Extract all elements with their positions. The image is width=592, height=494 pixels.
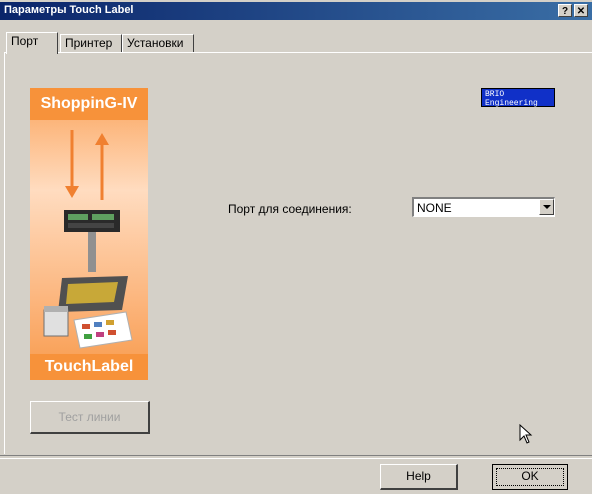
- down-arrow-icon: [65, 130, 79, 198]
- chevron-down-icon[interactable]: [539, 199, 554, 215]
- illustration-footer: TouchLabel: [30, 354, 148, 380]
- ok-button[interactable]: OK: [492, 464, 568, 490]
- title-bar[interactable]: Параметры Touch Label ? ✕: [0, 2, 592, 20]
- logo-line-1: BRIO: [485, 90, 505, 99]
- close-button[interactable]: ✕: [574, 4, 588, 17]
- printer-icon: [43, 306, 69, 337]
- dialog-window: Параметры Touch Label ? ✕ Порт Принтер У…: [0, 0, 592, 494]
- port-select-value: NONE: [417, 201, 452, 215]
- help-title-button[interactable]: ?: [558, 4, 572, 17]
- test-line-button[interactable]: Тест линии: [30, 401, 150, 434]
- window-title: Параметры Touch Label: [4, 4, 134, 16]
- labels-sheet-icon: [73, 311, 133, 349]
- logo-line-2: Engineering: [485, 99, 538, 108]
- mouse-cursor-icon: [519, 424, 533, 444]
- up-arrow-icon: [95, 133, 109, 200]
- tab-printer[interactable]: Принтер: [60, 34, 122, 52]
- scale-icon: [58, 210, 128, 312]
- product-illustration: ShoppinG-IV TouchLabel: [30, 88, 148, 380]
- port-label: Порт для соединения:: [228, 202, 352, 216]
- help-button[interactable]: Help: [380, 464, 458, 490]
- bottom-divider: [0, 455, 592, 459]
- tab-settings[interactable]: Установки: [122, 34, 194, 52]
- tab-port[interactable]: Порт: [6, 32, 58, 54]
- brio-logo: BRIO Engineering: [481, 88, 555, 108]
- illustration-graphics: [43, 130, 133, 349]
- port-select[interactable]: NONE: [412, 197, 555, 217]
